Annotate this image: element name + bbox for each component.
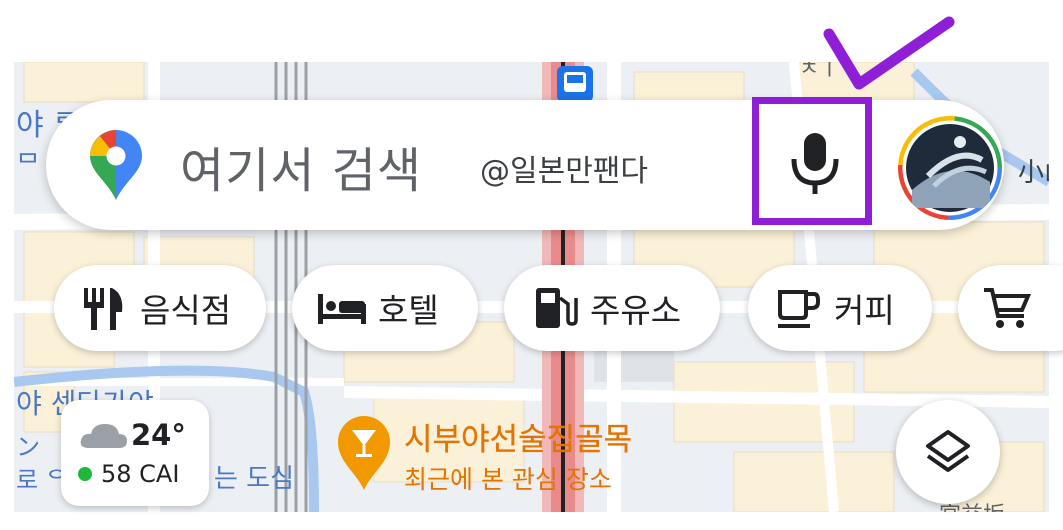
layers-button[interactable] (896, 400, 1000, 504)
map-label-left-4: ン (16, 433, 40, 461)
weather-temperature: 24° (131, 418, 186, 452)
place-name[interactable]: 시부야선술집골목 (404, 414, 632, 459)
place-subtitle: 최근에 본 관심 장소 (404, 465, 612, 494)
cloud-icon (79, 420, 129, 450)
search-input[interactable]: 여기서 검색 (180, 131, 422, 201)
avatar-image (898, 116, 1002, 220)
coffee-cup-icon (772, 282, 824, 334)
account-avatar[interactable] (898, 116, 1002, 220)
gas-station-icon (528, 282, 580, 334)
chip-gas-stations[interactable]: 주유소 (504, 265, 720, 351)
google-maps-logo-icon (88, 130, 144, 202)
chip-coffee[interactable]: 커피 (748, 265, 932, 351)
checkmark-annotation (823, 16, 955, 90)
chip-label: 호텔 (378, 291, 439, 330)
chip-shopping[interactable] (958, 265, 1063, 351)
map-label-right: 小山 (1018, 158, 1049, 188)
highlight-box (752, 97, 872, 225)
chip-restaurants[interactable]: 음식점 (54, 265, 266, 351)
cocktail-pin-icon (338, 416, 390, 490)
watermark-text: @일본만팬다 (480, 154, 648, 189)
aqi-dot (78, 467, 92, 481)
chip-label: 음식점 (140, 291, 232, 330)
map-label-poi-suffix: 는 도심 (214, 464, 295, 494)
shopping-cart-icon (982, 282, 1034, 334)
weather-aqi: 58 CAI (101, 460, 180, 488)
layers-icon (926, 430, 970, 472)
hotel-bed-icon (316, 282, 368, 334)
chip-label: 주유소 (590, 291, 682, 330)
place-marker[interactable] (334, 412, 394, 492)
chip-label: 커피 (834, 291, 895, 330)
restaurant-icon (78, 282, 130, 334)
weather-card[interactable]: 24° 58 CAI (61, 400, 209, 506)
chip-hotels[interactable]: 호텔 (292, 265, 478, 351)
